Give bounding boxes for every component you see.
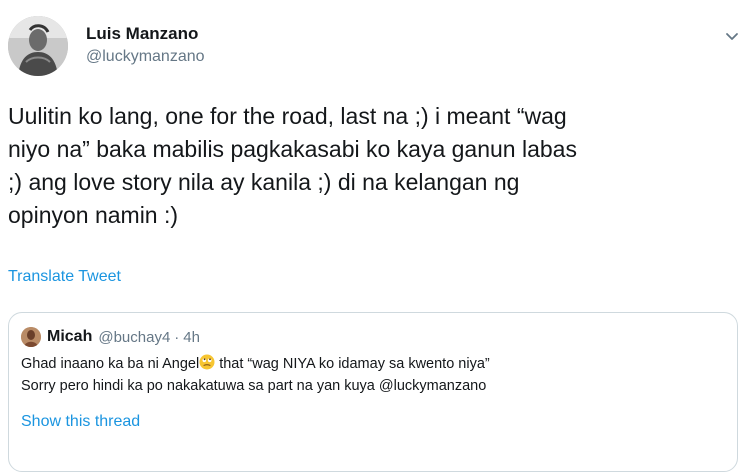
quoted-timestamp[interactable]: 4h <box>183 329 200 346</box>
avatar[interactable] <box>8 16 68 76</box>
quoted-separator: · <box>174 328 180 346</box>
quoted-handle[interactable]: @buchay4 <box>98 329 170 346</box>
quoted-tweet[interactable]: Micah @buchay4 · 4h Ghad inaano ka ba ni… <box>8 312 738 472</box>
quoted-avatar[interactable] <box>21 327 41 347</box>
chevron-down-icon[interactable] <box>724 28 740 44</box>
author-info: Luis Manzano @luckymanzano <box>86 24 205 68</box>
quoted-line-1: Ghad inaano ka ba ni Angel that “wag NIY… <box>21 353 721 375</box>
author-display-name[interactable]: Luis Manzano <box>86 24 205 44</box>
quoted-line-1-start: Ghad inaano ka ba ni Angel <box>21 356 200 372</box>
quoted-line-2: Sorry pero hindi ka po nakakatuwa sa par… <box>21 378 487 394</box>
show-thread-link[interactable]: Show this thread <box>21 413 140 431</box>
translate-tweet-link[interactable]: Translate Tweet <box>8 268 121 286</box>
quoted-tweet-text: Ghad inaano ka ba ni Angel that “wag NIY… <box>21 353 721 397</box>
quoted-display-name[interactable]: Micah <box>47 328 92 346</box>
tweet: Luis Manzano @luckymanzano Uulitin ko la… <box>0 0 750 472</box>
eye-roll-emoji-icon <box>199 354 215 370</box>
avatar-photo <box>8 16 68 76</box>
quoted-tweet-header: Micah @buchay4 · 4h <box>21 327 200 347</box>
author-handle[interactable]: @luckymanzano <box>86 46 205 68</box>
tweet-text: Uulitin ko lang, one for the road, last … <box>8 103 577 228</box>
quoted-line-1-end: that “wag NIYA ko idamay sa kwento niya” <box>215 356 490 372</box>
